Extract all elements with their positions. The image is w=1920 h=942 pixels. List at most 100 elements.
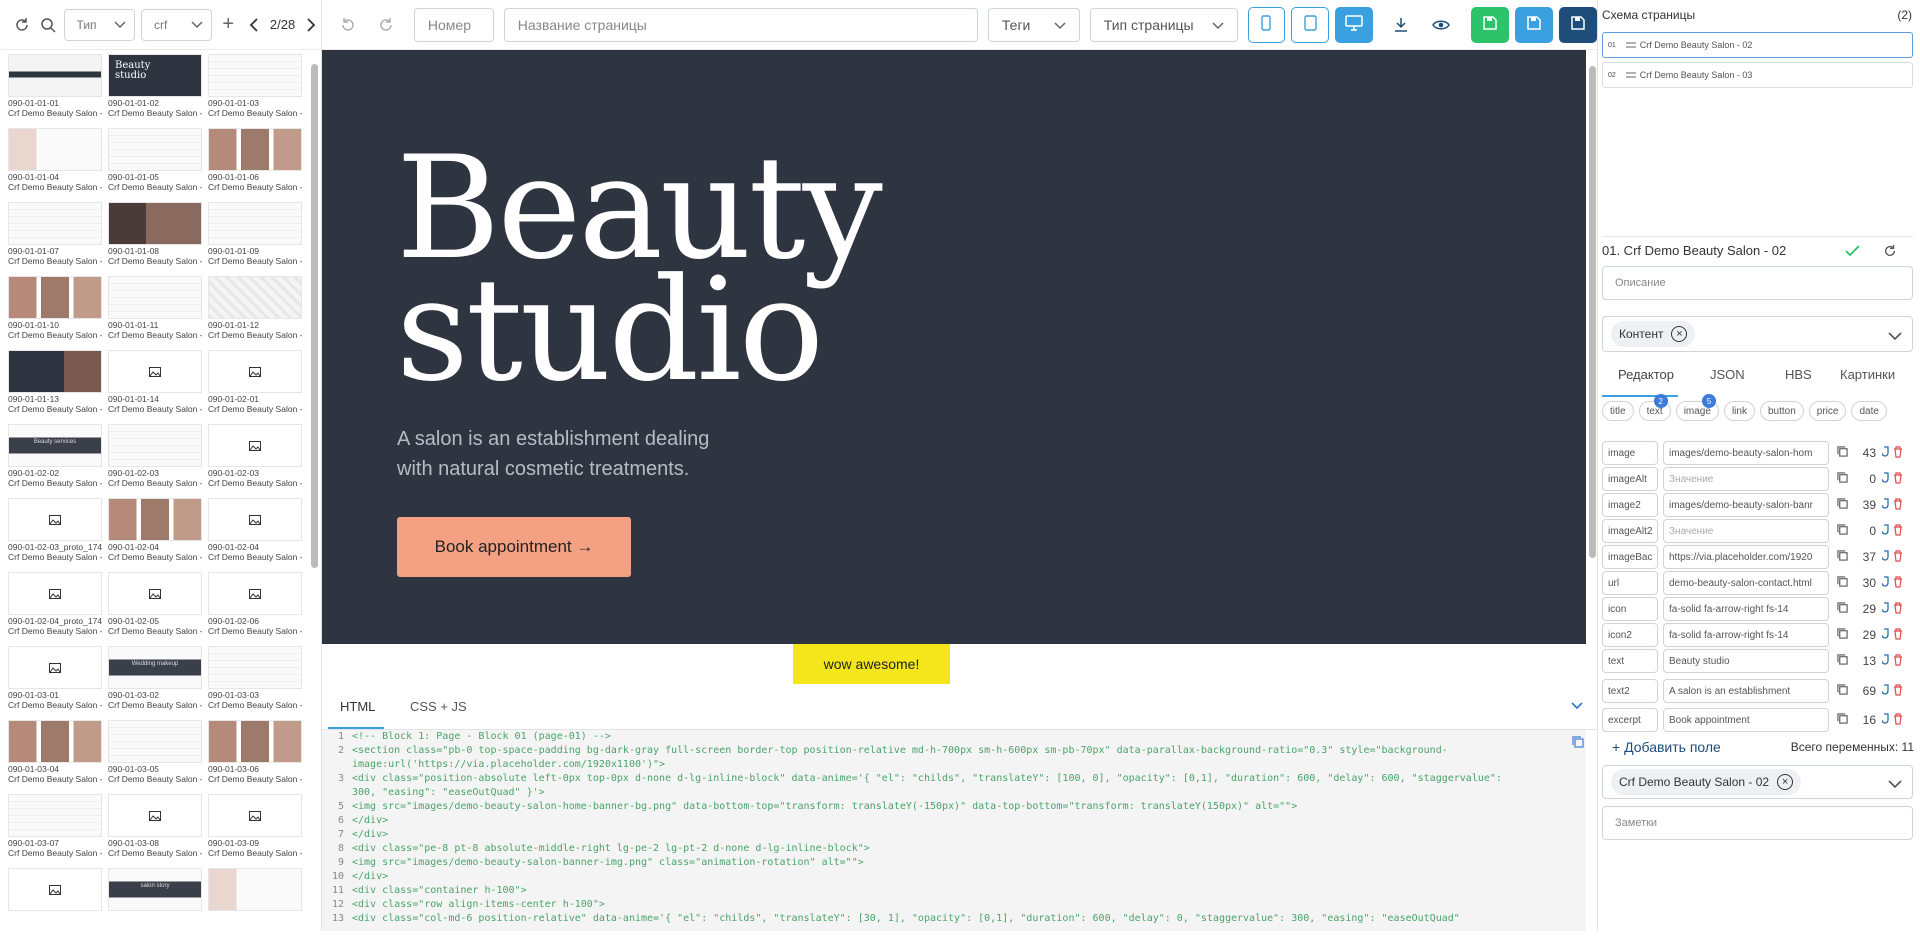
field-key-input[interactable]: excerpt: [1602, 708, 1658, 732]
thumbnail-card[interactable]: Beauty studio 090-01-01-02 Crf Demo Beauty…: [108, 54, 202, 128]
thumbnail-card[interactable]: Beauty services 090-01-02-02 Crf Demo Beau…: [8, 424, 102, 498]
field-value-input[interactable]: Book appointment: [1663, 708, 1829, 732]
trash-icon[interactable]: [1893, 575, 1903, 591]
field-value-input[interactable]: fa-solid fa-arrow-right fs-14: [1663, 623, 1829, 647]
search-icon[interactable]: [38, 15, 58, 35]
field-value-input[interactable]: Значение: [1663, 467, 1829, 491]
prev-page-icon[interactable]: [244, 15, 264, 35]
thumbnail-card[interactable]: 090-01-02-04Crf Demo Beauty Salon - 04: [208, 498, 302, 572]
field-key-input[interactable]: icon2: [1602, 623, 1658, 647]
thumbnail-card[interactable]: 090-01-02-04Crf Demo Beauty Salon - 04: [108, 498, 202, 572]
link-icon[interactable]: [1881, 497, 1890, 513]
thumbnail-card[interactable]: 090-01-03-06Crf Demo Beauty Salon - 06: [208, 720, 302, 794]
eye-icon[interactable]: [1431, 15, 1451, 35]
add-icon[interactable]: +: [218, 13, 238, 35]
chip-title[interactable]: title: [1602, 401, 1634, 421]
copy-icon[interactable]: [1837, 654, 1848, 668]
tags-select[interactable]: Теги: [987, 7, 1080, 42]
copy-icon[interactable]: [1837, 524, 1848, 538]
field-key-input[interactable]: text: [1602, 649, 1658, 673]
field-key-input[interactable]: imageAlt: [1602, 467, 1658, 491]
preview-scrollbar[interactable]: [1589, 66, 1596, 558]
scrollbar[interactable]: [311, 64, 318, 568]
field-value-input[interactable]: demo-beauty-salon-contact.html: [1663, 571, 1829, 595]
code-editor[interactable]: 1 <!-- Block 1: Page - Block 01 (page-01)…: [322, 730, 1586, 931]
trash-icon[interactable]: [1893, 471, 1903, 487]
refresh-icon[interactable]: [1883, 244, 1897, 261]
thumbnail-card[interactable]: 090-01-01-09Crf Demo Beauty Salon - 09: [208, 202, 302, 276]
content-select[interactable]: Контент ×: [1602, 316, 1913, 352]
chip-button[interactable]: button: [1759, 401, 1804, 421]
drag-handle-icon[interactable]: [1625, 40, 1636, 50]
chip-date[interactable]: date: [1851, 401, 1887, 421]
close-icon[interactable]: ×: [1777, 774, 1794, 790]
field-key-input[interactable]: icon: [1602, 597, 1658, 621]
copy-icon[interactable]: [1572, 736, 1584, 751]
thumbnail-card[interactable]: 090-01-01-14Crf Demo Beauty Salon - 14: [108, 350, 202, 424]
trash-icon[interactable]: [1893, 712, 1903, 728]
copy-icon[interactable]: [1837, 684, 1848, 698]
tab-css-js[interactable]: CSS + JS: [410, 699, 467, 714]
link-icon[interactable]: [1881, 653, 1890, 669]
copy-icon[interactable]: [1837, 602, 1848, 616]
tab-json[interactable]: JSON: [1710, 367, 1745, 382]
type-select[interactable]: Тип: [63, 8, 135, 41]
field-value-input[interactable]: A salon is an establishment: [1663, 679, 1829, 703]
book-appointment-button[interactable]: Book appointment →: [397, 517, 631, 577]
trash-icon[interactable]: [1893, 683, 1903, 699]
field-value-input[interactable]: fa-solid fa-arrow-right fs-14: [1663, 597, 1829, 621]
copy-icon[interactable]: [1837, 576, 1848, 590]
copy-icon[interactable]: [1837, 550, 1848, 564]
trash-icon[interactable]: [1893, 627, 1903, 643]
thumbnail-card[interactable]: 090-01-01-07Crf Demo Beauty Salon - 07: [8, 202, 102, 276]
chip-link[interactable]: link: [1723, 401, 1755, 421]
download-icon[interactable]: [1391, 15, 1411, 35]
number-input[interactable]: Номер: [413, 7, 494, 42]
trash-icon[interactable]: [1893, 497, 1903, 513]
collapse-icon[interactable]: [1571, 699, 1583, 713]
link-icon[interactable]: [1881, 601, 1890, 617]
thumbnail-card[interactable]: Wedding makeup 090-01-03-02 Crf Demo Beaut…: [108, 646, 202, 720]
link-icon[interactable]: [1881, 683, 1890, 699]
thumbnail-card[interactable]: 090-01-02-03Crf Demo Beauty Salon - 03: [108, 424, 202, 498]
undo-icon[interactable]: [338, 15, 358, 35]
thumbnail-card[interactable]: 090-01-01-11Crf Demo Beauty Salon - 11: [108, 276, 202, 350]
field-key-input[interactable]: text2: [1602, 679, 1658, 703]
page-title-input[interactable]: Название страницы: [503, 7, 978, 42]
link-icon[interactable]: [1881, 445, 1890, 461]
thumbnail-card[interactable]: 090-01-01-01Crf Demo Beauty Salon - 01: [8, 54, 102, 128]
thumbnail-card[interactable]: 090-01-03-08Crf Demo Beauty Salon - 08: [108, 794, 202, 868]
trash-icon[interactable]: [1893, 445, 1903, 461]
block-select[interactable]: Crf Demo Beauty Salon - 02 ×: [1602, 765, 1913, 799]
tab-html[interactable]: HTML: [340, 699, 375, 714]
thumbnail-card[interactable]: 090-01-01-13Crf Demo Beauty Salon - 13: [8, 350, 102, 424]
mobile-view-button[interactable]: [1247, 6, 1286, 43]
field-value-input[interactable]: Значение: [1663, 519, 1829, 543]
thumbnail-card[interactable]: 090-01-01-06Crf Demo Beauty Salon - 06: [208, 128, 302, 202]
trash-icon[interactable]: [1893, 549, 1903, 565]
tablet-view-button[interactable]: [1291, 6, 1330, 43]
thumbnail-card[interactable]: 090-01-02-03_proto_1749930002582Crf Demo…: [8, 498, 102, 572]
drag-handle-icon[interactable]: [1625, 70, 1636, 80]
field-value-input[interactable]: images/demo-beauty-salon-banr: [1663, 493, 1829, 517]
link-icon[interactable]: [1881, 523, 1890, 539]
add-field-button[interactable]: + Добавить поле: [1612, 739, 1721, 755]
thumbnail-card[interactable]: 090-01-03-05Crf Demo Beauty Salon - 05: [108, 720, 202, 794]
field-value-input[interactable]: images/demo-beauty-salon-hom: [1663, 441, 1829, 465]
refresh-icon[interactable]: [12, 15, 32, 35]
copy-icon[interactable]: [1837, 713, 1848, 727]
thumbnail-card[interactable]: 090-01-01-03Crf Demo Beauty Salon - 03: [208, 54, 302, 128]
field-key-input[interactable]: imageBac: [1602, 545, 1658, 569]
thumbnail-card[interactable]: 090-01-02-03Crf Demo Beauty Salon - 03: [208, 424, 302, 498]
filter-select[interactable]: crf: [140, 8, 213, 41]
thumbnail-card[interactable]: 090-01-01-10Crf Demo Beauty Salon - 10: [8, 276, 102, 350]
chip-image[interactable]: image 5: [1675, 394, 1719, 421]
field-key-input[interactable]: image2: [1602, 493, 1658, 517]
chip-text[interactable]: text 2: [1638, 394, 1671, 421]
thumbnail-card[interactable]: 090-01-01-12Crf Demo Beauty Salon - 12: [208, 276, 302, 350]
desktop-view-button[interactable]: [1335, 6, 1374, 43]
redo-icon[interactable]: [376, 15, 396, 35]
next-page-icon[interactable]: [301, 15, 321, 35]
thumbnail-card[interactable]: 090-01-01-04Crf Demo Beauty Salon - 04: [8, 128, 102, 202]
copy-icon[interactable]: [1837, 498, 1848, 512]
